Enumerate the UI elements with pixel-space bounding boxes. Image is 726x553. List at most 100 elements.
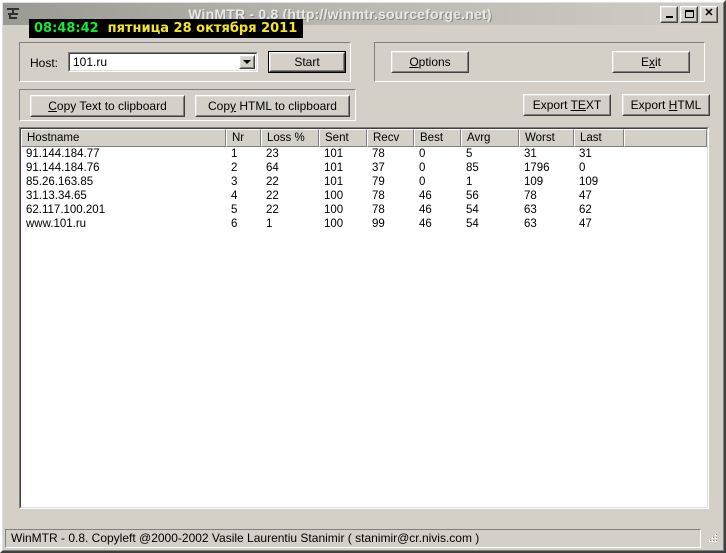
cell-loss: 23 (266, 148, 279, 160)
column-header-recv[interactable]: Recv (367, 129, 414, 147)
maximize-icon (684, 10, 694, 18)
cell-recv: 78 (372, 204, 385, 216)
column-header-loss[interactable]: Loss % (261, 129, 319, 147)
table-row[interactable]: 31.13.34.65 4 22 100 78 46 56 78 47 (21, 189, 707, 203)
cell-loss: 64 (266, 162, 279, 174)
export-html-button[interactable]: Export HTML (622, 94, 710, 116)
cell-nr: 6 (231, 218, 238, 230)
exit-button-label: Exit (640, 55, 661, 69)
host-label: Host: (30, 56, 59, 70)
cell-last: 0 (579, 162, 586, 174)
cell-sent: 101 (324, 148, 344, 160)
cell-loss: 22 (266, 204, 279, 216)
close-icon: ✕ (704, 7, 714, 19)
copy-panel: Copy Text to clipboard Copy HTML to clip… (19, 89, 356, 121)
cell-loss: 22 (266, 190, 279, 202)
winmtr-app-icon (4, 5, 22, 23)
cell-nr: 1 (231, 148, 238, 160)
cell-recv: 79 (372, 176, 385, 188)
options-button[interactable]: Options (391, 51, 469, 73)
table-row[interactable]: 91.144.184.77 1 23 101 78 0 5 31 31 (21, 147, 707, 161)
cell-hostname: 62.117.100.201 (26, 204, 106, 216)
cell-last: 31 (579, 148, 592, 160)
cell-hostname: 91.144.184.76 (26, 162, 100, 174)
cell-recv: 78 (372, 190, 385, 202)
table-row[interactable]: 85.26.163.85 3 22 101 79 0 1 109 109 (21, 175, 707, 189)
host-combobox[interactable]: 101.ru (68, 52, 258, 72)
cell-nr: 2 (231, 162, 238, 174)
cell-worst: 63 (524, 204, 537, 216)
clock-time: 08:48:42 (34, 21, 99, 36)
cell-avrg: 54 (466, 204, 479, 216)
cell-best: 46 (419, 218, 432, 230)
column-header-worst[interactable]: Worst (519, 129, 574, 147)
cell-avrg: 56 (466, 190, 479, 202)
column-header-hostname[interactable]: Hostname (21, 129, 226, 147)
cell-worst: 109 (524, 176, 544, 188)
cell-best: 46 (419, 190, 432, 202)
cell-best: 46 (419, 204, 432, 216)
column-header-filler (624, 129, 707, 147)
resize-grip-icon[interactable] (704, 530, 720, 546)
cell-loss: 1 (266, 218, 273, 230)
column-header-avrg[interactable]: Avrg (461, 129, 519, 147)
status-bar: WinMTR - 0.8. Copyleft @2000-2002 Vasile… (4, 527, 722, 549)
winmtr-window: WinMTR - 0.8 (http://winmtr.sourceforge.… (0, 0, 726, 553)
cell-recv: 99 (372, 218, 385, 230)
export-text-button[interactable]: Export TEXT (523, 94, 611, 116)
cell-best: 0 (419, 148, 426, 160)
cell-best: 0 (419, 176, 426, 188)
host-panel: Host: 101.ru Start (19, 42, 351, 82)
minimize-button[interactable] (660, 5, 678, 23)
cell-last: 109 (579, 176, 599, 188)
cell-worst: 63 (524, 218, 537, 230)
status-text: WinMTR - 0.8. Copyleft @2000-2002 Vasile… (5, 528, 701, 548)
cell-hostname: 85.26.163.85 (26, 176, 94, 188)
cell-nr: 5 (231, 204, 238, 216)
column-header-nr[interactable]: Nr (226, 129, 261, 147)
host-input[interactable]: 101.ru (73, 55, 107, 69)
copy-html-button-label: Copy HTML to clipboard (208, 99, 337, 113)
table-body: 91.144.184.77 1 23 101 78 0 5 31 31 91.144.184.76… (21, 147, 707, 507)
copy-text-button-label: Copy Text to clipboard (48, 99, 167, 113)
cell-hostname: 91.144.184.77 (26, 148, 100, 160)
cell-best: 0 (419, 162, 426, 174)
cell-sent: 100 (324, 218, 344, 230)
cell-worst: 31 (524, 148, 537, 160)
cell-last: 62 (579, 204, 592, 216)
table-header-row: Hostname Nr Loss % Sent Recv Best Avrg Worst Las… (21, 129, 707, 147)
window-controls: ✕ (660, 5, 721, 23)
cell-loss: 22 (266, 176, 279, 188)
export-text-button-label: Export TEXT (532, 98, 602, 112)
close-button[interactable]: ✕ (700, 5, 718, 23)
exit-button[interactable]: Exit (612, 51, 690, 73)
copy-html-to-clipboard-button[interactable]: Copy HTML to clipboard (195, 95, 350, 117)
maximize-button[interactable] (680, 5, 698, 23)
column-header-best[interactable]: Best (414, 129, 461, 147)
cell-avrg: 85 (466, 162, 479, 174)
cell-avrg: 5 (466, 148, 473, 160)
cell-nr: 3 (231, 176, 238, 188)
clock-date: пятница 28 октября 2011 (107, 21, 298, 36)
clock-overlay: 08:48:42 пятница 28 октября 2011 (29, 19, 304, 38)
cell-hostname: www.101.ru (26, 218, 87, 230)
minimize-icon (665, 16, 673, 18)
table-row[interactable]: 62.117.100.201 5 22 100 78 46 54 63 62 (21, 203, 707, 217)
cell-sent: 100 (324, 204, 344, 216)
chevron-down-icon[interactable] (239, 55, 255, 69)
start-button[interactable]: Start (268, 51, 346, 73)
column-header-sent[interactable]: Sent (319, 129, 367, 147)
options-button-label: Options (409, 55, 451, 69)
copy-text-to-clipboard-button[interactable]: Copy Text to clipboard (30, 95, 185, 117)
cell-sent: 101 (324, 176, 344, 188)
export-html-button-label: Export HTML (630, 98, 702, 112)
column-header-last[interactable]: Last (574, 129, 624, 147)
cell-worst: 78 (524, 190, 537, 202)
cell-recv: 78 (372, 148, 385, 160)
trace-results-listview[interactable]: Hostname Nr Loss % Sent Recv Best Avrg Worst Las… (19, 127, 709, 509)
options-panel: Options Exit (374, 42, 705, 82)
table-row[interactable]: www.101.ru 6 1 100 99 46 54 63 47 (21, 217, 707, 231)
cell-last: 47 (579, 218, 592, 230)
table-row[interactable]: 91.144.184.76 2 64 101 37 0 85 1796 0 (21, 161, 707, 175)
cell-sent: 101 (324, 162, 344, 174)
